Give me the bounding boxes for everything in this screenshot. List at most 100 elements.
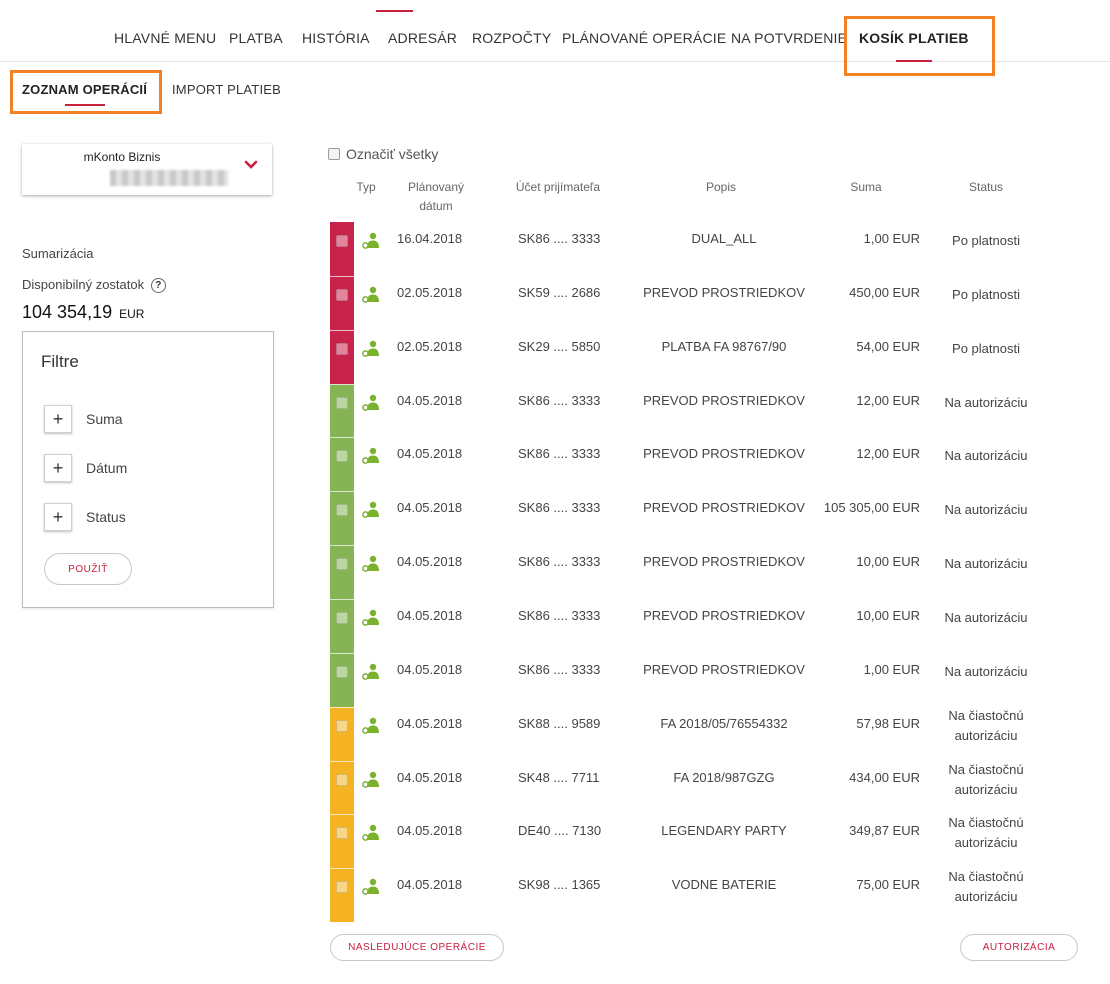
table-row[interactable]: 04.05.2018 SK86 .... 3333 PREVOD PROSTRIED… [330,384,1050,437]
row-status: Na autorizáciu [926,393,1046,413]
row-status-line2: autorizáciu [954,835,1018,850]
nav-item-address-book[interactable]: ADRESÁR [388,30,457,46]
status-color-stripe [330,761,354,814]
row-checkbox[interactable] [336,504,348,516]
account-selector[interactable]: mKonto Biznis [22,144,272,195]
row-checkbox[interactable] [336,773,348,786]
authorize-button[interactable]: AUTORIZÁCIA [960,934,1078,961]
row-status-line1: Na autorizáciu [944,556,1028,571]
row-date: 04.05.2018 [397,716,463,731]
table-row[interactable]: 04.05.2018 SK86 .... 3333 PREVOD PROSTRIED… [330,599,1050,653]
plus-icon[interactable]: + [44,454,72,482]
transfer-type-icon [362,771,379,788]
select-all-label: Označiť všetky [346,146,439,162]
row-date: 04.05.2018 [397,500,463,515]
row-divider [330,868,354,869]
table-row[interactable]: 16.04.2018 SK86 .... 3333 DUAL_ALL 1,00 EUR… [330,222,1050,276]
header-recipient-account: Účet prijímateľa [515,180,601,194]
row-divider [330,384,354,385]
row-account: SK86 .... 3333 [518,392,601,408]
row-date: 02.05.2018 [397,285,463,300]
table-row[interactable]: 02.05.2018 SK59 .... 2686 PREVOD PROSTRIED… [330,276,1050,330]
nav-item-planned-operations[interactable]: PLÁNOVANÉ OPERÁCIE [562,30,726,46]
transfer-type-icon [362,717,379,734]
table-row[interactable]: 04.05.2018 SK86 .... 3333 PREVOD PROSTRIED… [330,545,1050,599]
filter-amount[interactable]: + Suma [44,405,123,433]
filter-title: Filtre [41,352,79,371]
transfer-type-icon [362,501,379,518]
row-checkbox[interactable] [336,827,348,839]
row-divider [330,814,354,815]
balance-value: 104 354,19 [22,302,113,322]
row-checkbox[interactable] [336,881,348,893]
next-operations-button[interactable]: NASLEDUJÚCE OPERÁCIE [330,934,504,961]
transfer-type-icon [362,286,379,303]
row-checkbox[interactable] [336,666,348,678]
row-status-line1: Po platnosti [952,287,1020,302]
row-checkbox[interactable] [336,450,348,462]
row-status-line1: Na autorizáciu [944,610,1028,625]
row-divider [330,330,354,331]
row-checkbox[interactable] [336,343,348,355]
transfer-type-icon [362,878,379,895]
row-status: Na autorizáciu [926,662,1046,682]
plus-icon[interactable]: + [44,503,72,531]
row-account: SK59 .... 2686 [518,285,601,300]
select-all[interactable]: Označiť všetky [328,146,438,162]
row-status-line1: Na autorizáciu [944,394,1028,410]
status-color-stripe [330,599,354,653]
table-row[interactable]: 04.05.2018 SK86 .... 3333 PREVOD PROSTRIED… [330,653,1050,707]
table-row[interactable]: 04.05.2018 SK86 .... 3333 PREVOD PROSTRIED… [330,491,1050,545]
status-color-stripe [330,814,354,868]
row-status: Na autorizáciu [926,500,1046,520]
table-row[interactable]: 04.05.2018 SK86 .... 3333 PREVOD PROSTRIED… [330,437,1050,491]
row-amount: 12,00 EUR [856,446,920,461]
table-row[interactable]: 04.05.2018 SK98 .... 1365 VODNE BATERIE 75,… [330,868,1050,922]
nav-item-history[interactable]: HISTÓRIA [302,30,370,46]
highlight-box-operations [10,70,162,114]
row-checkbox[interactable] [336,558,348,570]
row-status-line1: Na čiastočnú [948,815,1024,830]
status-color-stripe [330,384,354,437]
table-row[interactable]: 04.05.2018 SK88 .... 9589 FA 2018/05/76554… [330,707,1050,761]
row-checkbox[interactable] [336,612,348,624]
apply-filter-button[interactable]: POUŽIŤ [44,553,132,585]
row-amount: 349,87 EUR [849,823,920,838]
filter-status-label: Status [86,509,126,525]
select-all-checkbox[interactable] [328,148,340,160]
row-checkbox[interactable] [336,396,348,409]
transfer-type-icon [362,232,379,249]
status-color-stripe [330,330,354,384]
transfer-type-icon [362,447,379,464]
row-checkbox[interactable] [336,235,348,247]
subnav-import-payments[interactable]: IMPORT PLATIEB [172,82,281,97]
row-checkbox[interactable] [336,720,348,732]
help-icon[interactable]: ? [150,278,166,294]
row-checkbox[interactable] [336,289,348,301]
transfer-type-icon [362,609,379,626]
filter-panel: Filtre + Suma + Dátum + Status POUŽIŤ [22,331,274,608]
row-account: SK86 .... 3333 [518,446,601,461]
nav-item-budgets[interactable]: ROZPOČTY [472,30,551,46]
row-date: 04.05.2018 [397,877,463,892]
nav-item-payment[interactable]: PLATBA [229,30,283,46]
filter-status[interactable]: + Status [44,503,126,531]
table-row[interactable]: 04.05.2018 DE40 .... 7130 LEGENDARY PARTY 3… [330,814,1050,868]
row-divider [330,491,354,492]
filter-date[interactable]: + Dátum [44,454,127,482]
row-amount: 10,00 EUR [856,554,920,569]
nav-item-main-menu[interactable]: HLAVNÉ MENU [114,30,216,46]
row-account: SK98 .... 1365 [518,877,601,892]
account-name: mKonto Biznis [83,150,161,164]
row-divider [330,437,354,438]
plus-icon[interactable]: + [44,405,72,433]
header-description: Popis [705,180,737,194]
status-color-stripe [330,868,354,922]
nav-item-to-confirm[interactable]: NA POTVRDENIE [731,30,847,46]
row-status: Po platnosti [926,231,1046,251]
table-row[interactable]: 04.05.2018 SK48 .... 7711 FA 2018/987GZG 43… [330,761,1050,814]
transfer-type-icon [362,663,379,680]
header-planned-date-line1: Plánovaný [407,180,465,194]
table-row[interactable]: 02.05.2018 SK29 .... 5850 PLATBA FA 98767/… [330,330,1050,384]
row-amount: 450,00 EUR [849,285,920,300]
